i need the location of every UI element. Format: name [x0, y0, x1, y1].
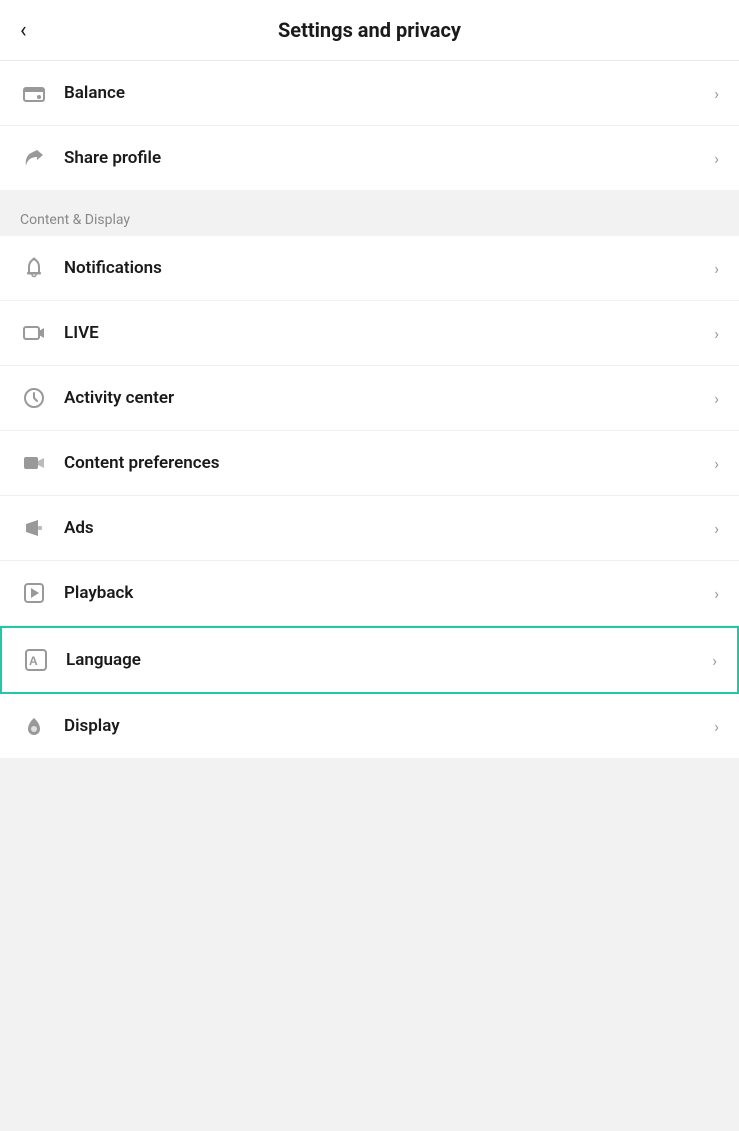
ads-item[interactable]: Ads › [0, 496, 739, 561]
wallet-icon [20, 79, 48, 107]
top-section: Balance › Share profile › [0, 61, 739, 190]
balance-label: Balance [64, 83, 714, 103]
bell-icon [20, 254, 48, 282]
page-title: Settings and privacy [20, 18, 719, 42]
back-button[interactable]: ‹ [20, 18, 27, 43]
notifications-item[interactable]: Notifications › [0, 236, 739, 301]
header: ‹ Settings and privacy [0, 0, 739, 61]
display-chevron: › [714, 717, 719, 736]
live-item[interactable]: LIVE › [0, 301, 739, 366]
display-icon [20, 712, 48, 740]
language-item[interactable]: A Language › [0, 626, 739, 694]
live-icon [20, 319, 48, 347]
content-preferences-label: Content preferences [64, 453, 714, 473]
playback-label: Playback [64, 583, 714, 603]
share-profile-label: Share profile [64, 148, 714, 168]
svg-text:A: A [29, 654, 38, 668]
content-preferences-chevron: › [714, 454, 719, 473]
activity-center-label: Activity center [64, 388, 714, 408]
video-camera-icon [20, 449, 48, 477]
display-label: Display [64, 716, 714, 736]
playback-icon [20, 579, 48, 607]
playback-item[interactable]: Playback › [0, 561, 739, 626]
language-label: Language [66, 650, 712, 670]
share-icon [20, 144, 48, 172]
section-label-content-display: Content & Display [0, 200, 739, 236]
notifications-chevron: › [714, 259, 719, 278]
share-profile-chevron: › [714, 149, 719, 168]
balance-chevron: › [714, 84, 719, 103]
display-item[interactable]: Display › [0, 694, 739, 758]
language-chevron: › [712, 651, 717, 670]
live-label: LIVE [64, 323, 714, 343]
content-display-section: Content & Display Notifications › [0, 200, 739, 758]
share-profile-item[interactable]: Share profile › [0, 126, 739, 190]
live-chevron: › [714, 324, 719, 343]
activity-center-item[interactable]: Activity center › [0, 366, 739, 431]
content-display-items: Notifications › LIVE › Activity cent [0, 236, 739, 758]
ads-label: Ads [64, 518, 714, 538]
language-icon: A [22, 646, 50, 674]
clock-icon [20, 384, 48, 412]
ads-icon [20, 514, 48, 542]
balance-item[interactable]: Balance › [0, 61, 739, 126]
content-preferences-item[interactable]: Content preferences › [0, 431, 739, 496]
activity-center-chevron: › [714, 389, 719, 408]
notifications-label: Notifications [64, 258, 714, 278]
playback-chevron: › [714, 584, 719, 603]
ads-chevron: › [714, 519, 719, 538]
